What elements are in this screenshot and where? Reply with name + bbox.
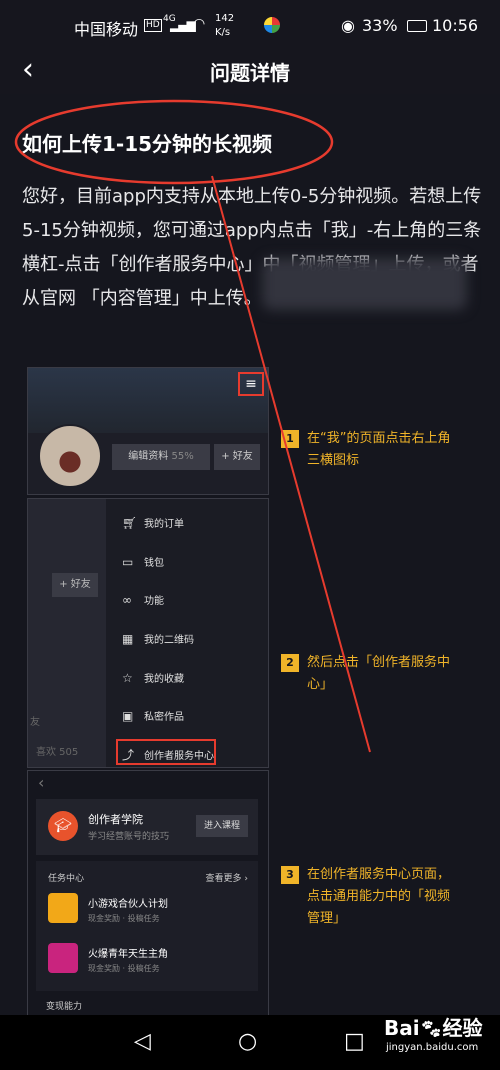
back-triangle-icon[interactable]: ◁ bbox=[134, 1029, 151, 1054]
watermark-brand2: 经验 bbox=[442, 1016, 483, 1040]
baidu-watermark: Bai🐾︎经验 bbox=[384, 1012, 482, 1041]
paw-icon: 🐾︎ bbox=[419, 1019, 443, 1040]
annotation-line bbox=[211, 175, 371, 753]
watermark-url: jingyan.baidu.com bbox=[386, 1042, 479, 1053]
recents-square-icon[interactable]: □ bbox=[344, 1029, 365, 1054]
annotation-overlay bbox=[14, 99, 371, 753]
watermark-brand: Bai bbox=[384, 1016, 420, 1040]
home-circle-icon[interactable]: ○ bbox=[238, 1029, 257, 1054]
title-highlight-ellipse bbox=[14, 99, 334, 185]
